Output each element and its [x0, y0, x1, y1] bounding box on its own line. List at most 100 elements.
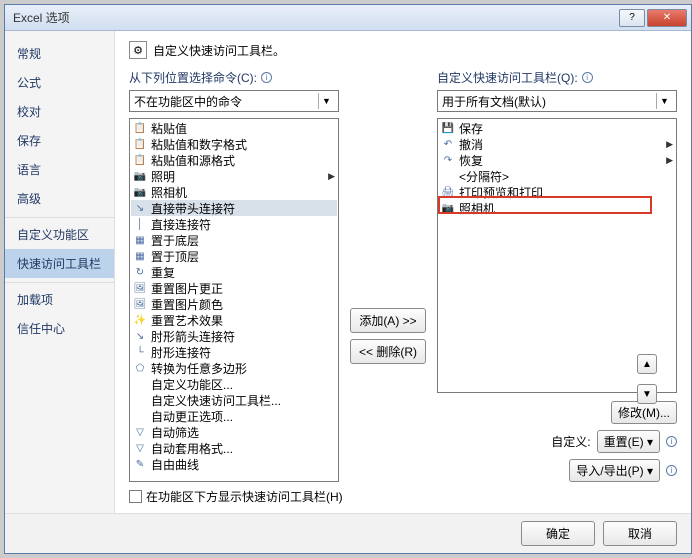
command-icon: ↘	[133, 329, 147, 343]
sidebar-item[interactable]: 加载项	[5, 282, 114, 314]
sidebar-item[interactable]: 语言	[5, 155, 114, 184]
list-item-label: 置于顶层	[151, 248, 199, 265]
commands-listbox[interactable]: 📋粘贴值📋粘贴值和数字格式📋粘贴值和源格式📷照明▶📷照相机↘直接带头连接符│直接…	[129, 118, 339, 482]
list-item[interactable]: 自定义快速访问工具栏...	[131, 392, 337, 408]
move-down-button[interactable]: ▼	[637, 384, 657, 404]
list-item-label: 重复	[151, 264, 175, 281]
reset-dropdown[interactable]: 重置(E) ▾	[597, 430, 660, 453]
list-item[interactable]: ↘直接带头连接符	[131, 200, 337, 216]
sidebar-item[interactable]: 保存	[5, 126, 114, 155]
titlebar[interactable]: Excel 选项 ? ✕	[5, 5, 691, 31]
list-item[interactable]: │ 直接连接符	[131, 216, 337, 232]
command-icon: 📋	[133, 137, 147, 151]
qat-scope-combo[interactable]: 用于所有文档(默认) ▼	[437, 90, 677, 112]
command-icon: ↻	[133, 265, 147, 279]
sidebar-item[interactable]: 高级	[5, 184, 114, 213]
list-item[interactable]: 🖨打印预览和打印	[439, 184, 675, 200]
command-icon	[133, 393, 147, 407]
list-item[interactable]: 自定义功能区...	[131, 376, 337, 392]
info-icon[interactable]: i	[261, 72, 272, 83]
list-item[interactable]: 🖼重置图片更正	[131, 280, 337, 296]
list-item-label: 重置图片颜色	[151, 296, 223, 313]
command-icon: └	[133, 345, 147, 359]
dialog-body: 常规公式校对保存语言高级自定义功能区快速访问工具栏加载项信任中心 ⚙ 自定义快速…	[5, 31, 691, 513]
list-item[interactable]: ▽ 自动套用格式...	[131, 440, 337, 456]
help-button[interactable]: ?	[619, 9, 645, 27]
modify-button[interactable]: 修改(M)...	[611, 401, 677, 424]
list-item-label: <分隔符>	[459, 168, 509, 185]
add-button[interactable]: 添加(A) >>	[350, 308, 426, 333]
show-below-ribbon-checkbox[interactable]	[129, 490, 142, 503]
window-buttons: ? ✕	[619, 9, 687, 27]
list-item[interactable]: ↘肘形箭头连接符	[131, 328, 337, 344]
list-item-label: 打印预览和打印	[459, 184, 543, 201]
list-item-label: 自定义功能区...	[151, 376, 233, 393]
sidebar-item[interactable]: 信任中心	[5, 314, 114, 343]
commands-label: 从下列位置选择命令(C): i	[129, 69, 339, 86]
list-item[interactable]: ↻ 重复	[131, 264, 337, 280]
list-item-label: 肘形连接符	[151, 344, 211, 361]
info-icon[interactable]: i	[582, 72, 593, 83]
list-item-label: 自动筛选	[151, 424, 199, 441]
list-item[interactable]: ▦置于底层	[131, 232, 337, 248]
list-item[interactable]: 📋粘贴值和源格式	[131, 152, 337, 168]
command-icon: ⬠	[133, 361, 147, 375]
list-item[interactable]: ↶撤消▶	[439, 136, 675, 152]
list-item-label: 粘贴值和数字格式	[151, 136, 247, 153]
close-button[interactable]: ✕	[647, 9, 687, 27]
list-item[interactable]: 自动更正选项...	[131, 408, 337, 424]
list-item[interactable]: 📷 照相机	[439, 200, 675, 216]
list-item[interactable]: ↷恢复▶	[439, 152, 675, 168]
command-icon: ↘	[133, 201, 147, 215]
command-icon: 📋	[133, 153, 147, 167]
list-item-label: 直接连接符	[151, 216, 211, 233]
sidebar-item[interactable]: 自定义功能区	[5, 217, 114, 249]
list-item-label: 重置艺术效果	[151, 312, 223, 329]
qat-icon: ⚙	[129, 41, 147, 59]
qat-listbox[interactable]: 💾保存↶撤消▶↷恢复▶<分隔符>🖨打印预览和打印📷 照相机	[437, 118, 677, 393]
submenu-arrow-icon: ▶	[666, 155, 673, 166]
list-item[interactable]: └ 肘形连接符	[131, 344, 337, 360]
cancel-button[interactable]: 取消	[603, 521, 677, 546]
customize-label: 自定义:	[551, 433, 590, 450]
list-item-label: 保存	[459, 120, 483, 137]
remove-button[interactable]: << 删除(R)	[350, 339, 426, 364]
command-icon: │	[133, 217, 147, 231]
commands-source-combo[interactable]: 不在功能区中的命令 ▼	[129, 90, 339, 112]
list-item[interactable]: ▽自动筛选	[131, 424, 337, 440]
list-item[interactable]: 📋粘贴值	[131, 120, 337, 136]
list-item[interactable]: <分隔符>	[439, 168, 675, 184]
list-item[interactable]: ⬠转换为任意多边形	[131, 360, 337, 376]
list-item[interactable]: ✎ 自由曲线	[131, 456, 337, 472]
sidebar-item[interactable]: 常规	[5, 39, 114, 68]
command-icon: ✎	[133, 457, 147, 471]
ok-button[interactable]: 确定	[521, 521, 595, 546]
list-item[interactable]: 📋 粘贴值和数字格式	[131, 136, 337, 152]
import-export-dropdown[interactable]: 导入/导出(P) ▾	[569, 459, 660, 482]
command-icon	[441, 169, 455, 183]
list-item-label: 照相机	[151, 184, 187, 201]
sidebar-item[interactable]: 公式	[5, 68, 114, 97]
list-item[interactable]: 📷照相机	[131, 184, 337, 200]
command-icon	[133, 409, 147, 423]
submenu-arrow-icon: ▶	[666, 139, 673, 150]
list-item[interactable]: 🖼重置图片颜色	[131, 296, 337, 312]
list-item[interactable]: ✨重置艺术效果	[131, 312, 337, 328]
sidebar-item[interactable]: 快速访问工具栏	[5, 249, 114, 278]
command-icon: ▽	[133, 441, 147, 455]
show-below-ribbon-row: 在功能区下方显示快速访问工具栏(H)	[129, 488, 677, 505]
sidebar-item[interactable]: 校对	[5, 97, 114, 126]
list-item-label: 自由曲线	[151, 456, 199, 473]
list-item[interactable]: 📷照明▶	[131, 168, 337, 184]
chevron-down-icon: ▼	[318, 93, 334, 109]
command-icon: 📷	[133, 169, 147, 183]
move-up-button[interactable]: ▲	[637, 354, 657, 374]
info-icon[interactable]: i	[666, 436, 677, 447]
command-icon: 📷	[441, 201, 455, 215]
combo-value: 不在功能区中的命令	[134, 93, 242, 110]
list-item-label: 自动套用格式...	[151, 440, 233, 457]
info-icon[interactable]: i	[666, 465, 677, 476]
list-item[interactable]: 💾保存	[439, 120, 675, 136]
list-item-label: 照相机	[459, 200, 495, 217]
list-item[interactable]: ▦置于顶层	[131, 248, 337, 264]
